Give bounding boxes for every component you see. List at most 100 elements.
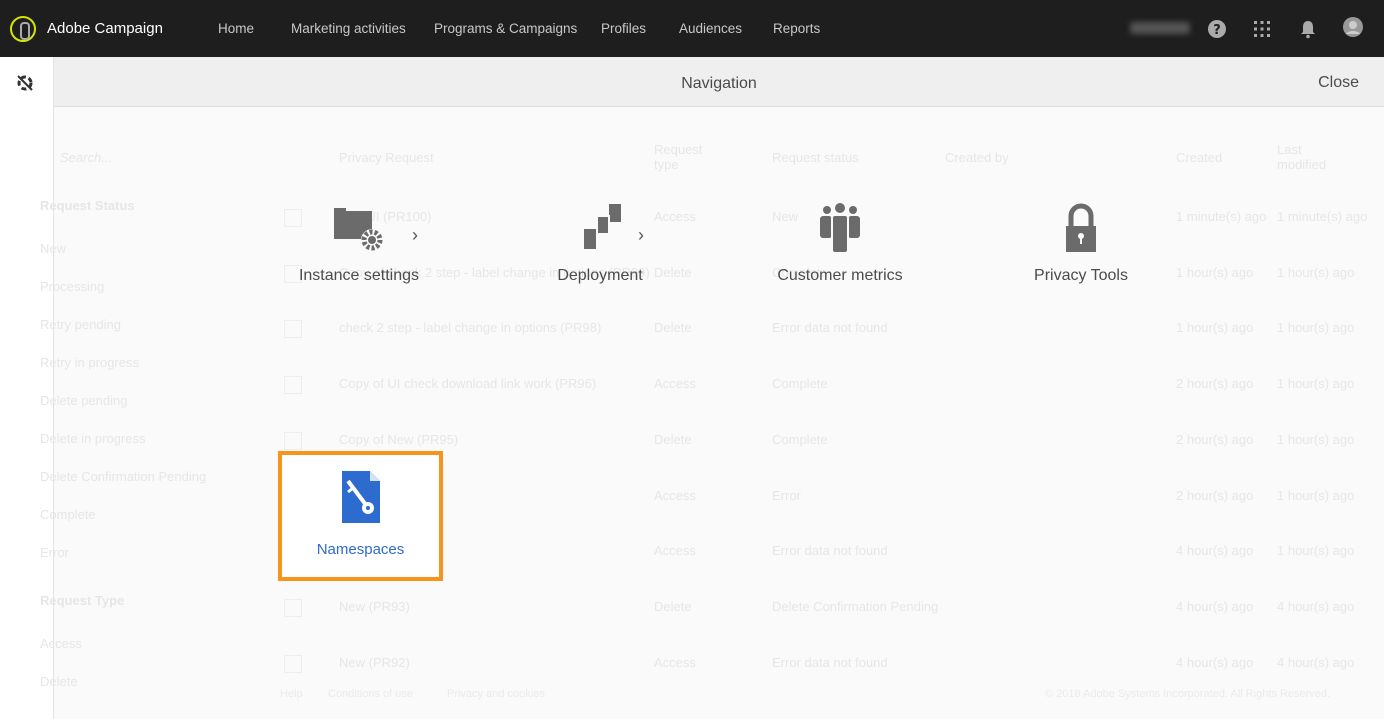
- navigation-header: Navigation Close: [54, 57, 1384, 107]
- people-icon: [820, 203, 860, 254]
- filter-option: Delete: [40, 674, 78, 689]
- table-cell: 4 hour(s) ago: [1277, 598, 1355, 614]
- table-cell: check 2 step - label change in options (…: [339, 320, 602, 336]
- nav-marketing-activities[interactable]: Marketing activities: [291, 21, 406, 36]
- table-cell: 4 hour(s) ago: [1176, 598, 1254, 614]
- table-cell: Delete: [654, 431, 692, 447]
- filter-heading: Request Status: [40, 198, 135, 213]
- nav-tile-label: Customer metrics: [777, 267, 903, 284]
- nav-tile-deployment[interactable]: Deployment: [500, 202, 700, 285]
- table-cell: 1 minute(s) ago: [1176, 209, 1267, 224]
- table-cell: 1 hour(s) ago: [1277, 264, 1355, 280]
- footer-link: Privacy and cookies: [447, 688, 545, 700]
- svg-text:?: ?: [1213, 23, 1221, 38]
- table-cell: 2 hour(s) ago: [1176, 431, 1254, 447]
- footer-link: Conditions of use: [328, 688, 413, 700]
- nav-tile-instance-settings[interactable]: Instance settings: [259, 202, 459, 285]
- filter-option: Delete in progress: [40, 431, 146, 446]
- table-cell: 1 hour(s) ago: [1277, 487, 1355, 503]
- table-cell: 1 hour(s) ago: [1277, 543, 1355, 559]
- nav-tile-customer-metrics[interactable]: Customer metrics: [740, 202, 940, 285]
- user-name-blurred[interactable]: [1130, 22, 1190, 34]
- table-cell: 1 hour(s) ago: [1277, 320, 1355, 336]
- table-cell: Access: [654, 487, 696, 503]
- table-cell: Complete: [772, 431, 828, 447]
- nav-tile-namespaces[interactable]: Namespaces: [278, 451, 443, 581]
- table-cell: Copy of UI check download link work (PR9…: [339, 376, 597, 392]
- left-strip: [0, 57, 54, 719]
- row-checkbox: [284, 431, 302, 450]
- table-cell: 1 hour(s) ago: [1277, 376, 1355, 392]
- deployment-icon: [582, 204, 621, 251]
- filter-option: New: [40, 241, 67, 256]
- nav-reports[interactable]: Reports: [773, 21, 820, 36]
- nav-tile-label: Namespaces: [316, 541, 405, 558]
- chevron-right-icon[interactable]: ›: [412, 225, 418, 246]
- table-cell: 1 hour(s) ago: [1176, 320, 1254, 336]
- close-button[interactable]: Close: [1318, 74, 1359, 92]
- table-cell: New (PR93): [339, 598, 410, 614]
- nav-tile-label: Instance settings: [298, 267, 420, 284]
- filter-option: Delete Confirmation Pending: [40, 469, 207, 484]
- table-cell: Error: [772, 487, 801, 503]
- footer-copyright: © 2018 Adobe Systems Incorporated. All R…: [1045, 688, 1331, 700]
- column-header: Request type: [654, 142, 703, 172]
- column-header: Created by: [945, 150, 1009, 165]
- nav-profiles[interactable]: Profiles: [601, 21, 646, 36]
- row-checkbox: [284, 654, 302, 673]
- table-cell: 1 hour(s) ago: [1277, 431, 1355, 447]
- filter-option: Error: [40, 545, 69, 560]
- table-cell: 4 hour(s) ago: [1277, 654, 1355, 670]
- adobe-campaign-logo[interactable]: [10, 16, 36, 42]
- table-cell: Delete Confirmation Pending: [772, 598, 939, 614]
- table-cell: 2 hour(s) ago: [1176, 487, 1254, 503]
- apps-grid-icon[interactable]: [1252, 19, 1272, 39]
- top-bar: Adobe Campaign Home Marketing activities…: [0, 0, 1384, 57]
- table-cell: Access: [654, 543, 696, 559]
- table-cell: Copy of New (PR95): [339, 431, 459, 447]
- nav-home[interactable]: Home: [218, 21, 254, 36]
- key-document-icon: [342, 471, 380, 523]
- chevron-right-icon[interactable]: ›: [638, 225, 644, 246]
- table-cell: Error data not found: [772, 320, 888, 336]
- column-header: Last modified: [1277, 142, 1327, 172]
- nav-audiences[interactable]: Audiences: [679, 21, 742, 36]
- table-cell: 4 hour(s) ago: [1176, 543, 1254, 559]
- table-cell: 1 hour(s) ago: [1176, 264, 1254, 280]
- row-checkbox: [284, 376, 302, 395]
- table-cell: New (PR92): [339, 654, 410, 670]
- lock-icon: [1066, 203, 1096, 252]
- help-icon[interactable]: ?: [1207, 19, 1227, 39]
- filter-option: Complete: [40, 507, 96, 522]
- table-cell: Error data not found: [772, 543, 888, 559]
- table-cell: 1 minute(s) ago: [1277, 209, 1368, 224]
- nav-tile-label: Deployment: [557, 267, 643, 284]
- table-cell: Access: [654, 376, 696, 392]
- nav-tile-privacy-tools[interactable]: Privacy Tools: [981, 202, 1181, 285]
- table-cell: Access: [654, 654, 696, 670]
- column-header: Privacy Request: [339, 150, 434, 165]
- filter-option: Retry in progress: [40, 355, 139, 370]
- column-header: Created: [1176, 150, 1223, 165]
- table-cell: Complete: [772, 376, 828, 392]
- nav-programs-campaigns[interactable]: Programs & Campaigns: [434, 21, 577, 36]
- navigation-title: Navigation: [681, 75, 757, 92]
- search-placeholder: Search...: [60, 150, 113, 165]
- filter-option: Processing: [40, 279, 105, 294]
- filter-option: Retry pending: [40, 317, 121, 332]
- row-checkbox: [284, 598, 302, 617]
- table-cell: 2 hour(s) ago: [1176, 376, 1254, 392]
- filter-option: Delete pending: [40, 393, 128, 408]
- bell-icon[interactable]: [1298, 19, 1318, 39]
- footer-link: Help: [280, 688, 303, 700]
- avatar[interactable]: [1343, 17, 1363, 37]
- column-header: Request status: [772, 150, 859, 165]
- table-cell: 4 hour(s) ago: [1176, 654, 1254, 670]
- row-checkbox: [284, 320, 302, 339]
- folder-gear-icon: [334, 208, 383, 251]
- table-cell: Delete: [654, 598, 692, 614]
- nav-tile-label: Privacy Tools: [1034, 267, 1128, 284]
- filter-heading: Request Type: [40, 593, 125, 608]
- navigation-toggle-icon[interactable]: [15, 73, 35, 93]
- brand-name[interactable]: Adobe Campaign: [47, 20, 163, 37]
